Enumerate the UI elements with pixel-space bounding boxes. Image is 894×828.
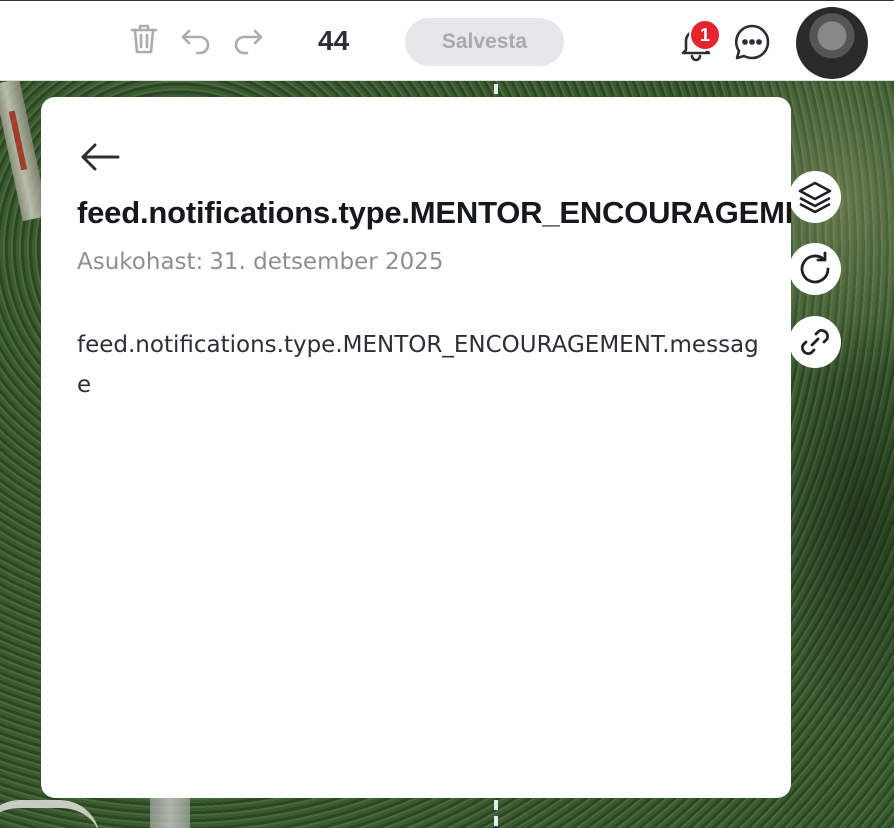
redo-icon[interactable] <box>230 21 266 57</box>
notification-title: feed.notifications.type.MENTOR_ENCOURAGE… <box>77 195 791 230</box>
undo-icon[interactable] <box>178 21 214 57</box>
link-icon <box>801 329 829 355</box>
map-road-marking <box>494 84 498 94</box>
notification-detail-panel: feed.notifications.type.MENTOR_ENCOURAGE… <box>41 97 791 798</box>
notification-badge[interactable]: 1 <box>689 19 721 51</box>
top-toolbar: 44 Salvesta 1 <box>0 0 894 81</box>
save-button[interactable]: Salvesta <box>405 18 564 66</box>
notification-message: feed.notifications.type.MENTOR_ENCOURAGE… <box>77 332 759 398</box>
change-count: 44 <box>318 25 350 56</box>
trash-icon[interactable] <box>126 21 162 57</box>
notification-date: 31. detsember 2025 <box>209 249 444 275</box>
user-avatar[interactable] <box>796 7 868 79</box>
back-arrow-icon[interactable] <box>77 137 125 177</box>
map-road-marking <box>494 800 498 810</box>
map-road <box>150 798 190 828</box>
refresh-button[interactable] <box>789 243 841 295</box>
layers-icon <box>798 181 832 214</box>
map-road-marking <box>494 816 498 826</box>
link-button[interactable] <box>789 316 841 368</box>
refresh-icon <box>800 251 830 284</box>
chat-icon[interactable] <box>731 21 773 63</box>
layers-button[interactable] <box>789 171 841 223</box>
location-label: Asukohast: <box>77 249 204 275</box>
notification-meta: Asukohast: 31. detsember 2025 <box>77 249 444 275</box>
